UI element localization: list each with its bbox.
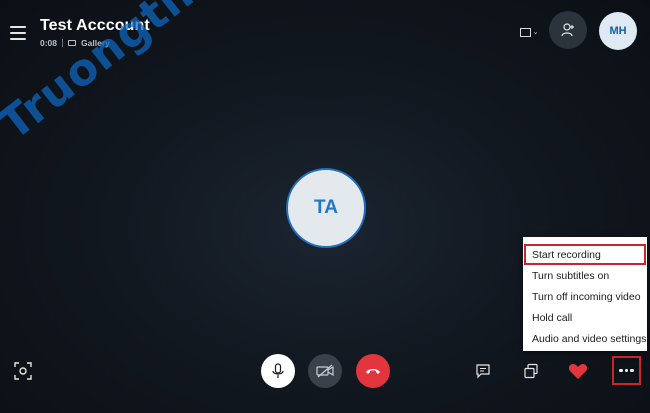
menu-item-subtitles[interactable]: Turn subtitles on xyxy=(523,265,647,286)
call-subline: 0:08 Gallery xyxy=(40,38,110,48)
more-icon xyxy=(619,368,634,373)
menu-item-incoming-video[interactable]: Turn off incoming video xyxy=(523,286,647,307)
layout-button[interactable]: ⌄ xyxy=(515,22,543,42)
share-screen-button[interactable] xyxy=(520,360,542,382)
chat-icon xyxy=(476,364,490,379)
screenshot-icon xyxy=(14,362,32,380)
more-options-button[interactable] xyxy=(612,356,641,385)
video-button[interactable] xyxy=(308,354,342,388)
microphone-icon xyxy=(272,363,284,378)
gallery-icon xyxy=(68,40,77,46)
hamburger-menu-button[interactable] xyxy=(10,26,26,40)
share-screen-icon xyxy=(524,363,538,379)
add-people-button[interactable] xyxy=(549,11,587,49)
call-title: Test Acccount xyxy=(40,17,150,34)
hang-up-icon xyxy=(366,369,380,374)
menu-item-av-settings[interactable]: Audio and video settings xyxy=(523,329,647,350)
add-person-icon xyxy=(561,23,574,37)
hamburger-icon xyxy=(10,26,26,28)
chevron-down-icon: ⌄ xyxy=(532,29,539,36)
divider xyxy=(62,39,64,47)
menu-item-start-recording[interactable]: Start recording xyxy=(524,244,646,266)
hang-up-button[interactable] xyxy=(356,354,390,388)
more-options-menu: Start recording Turn subtitles on Turn o… xyxy=(523,237,647,351)
video-off-icon xyxy=(316,364,334,378)
screenshot-button[interactable] xyxy=(13,361,33,381)
call-duration: 0:08 xyxy=(40,38,58,48)
chat-button[interactable] xyxy=(472,360,494,382)
microphone-button[interactable] xyxy=(261,354,295,388)
menu-item-hold-call[interactable]: Hold call xyxy=(523,308,647,329)
my-avatar[interactable]: MH xyxy=(599,12,637,50)
view-mode-label[interactable]: Gallery xyxy=(81,38,110,48)
participant-avatar: TA xyxy=(286,168,366,248)
react-button[interactable] xyxy=(566,359,590,383)
layout-icon xyxy=(519,27,531,37)
heart-icon xyxy=(568,364,588,379)
